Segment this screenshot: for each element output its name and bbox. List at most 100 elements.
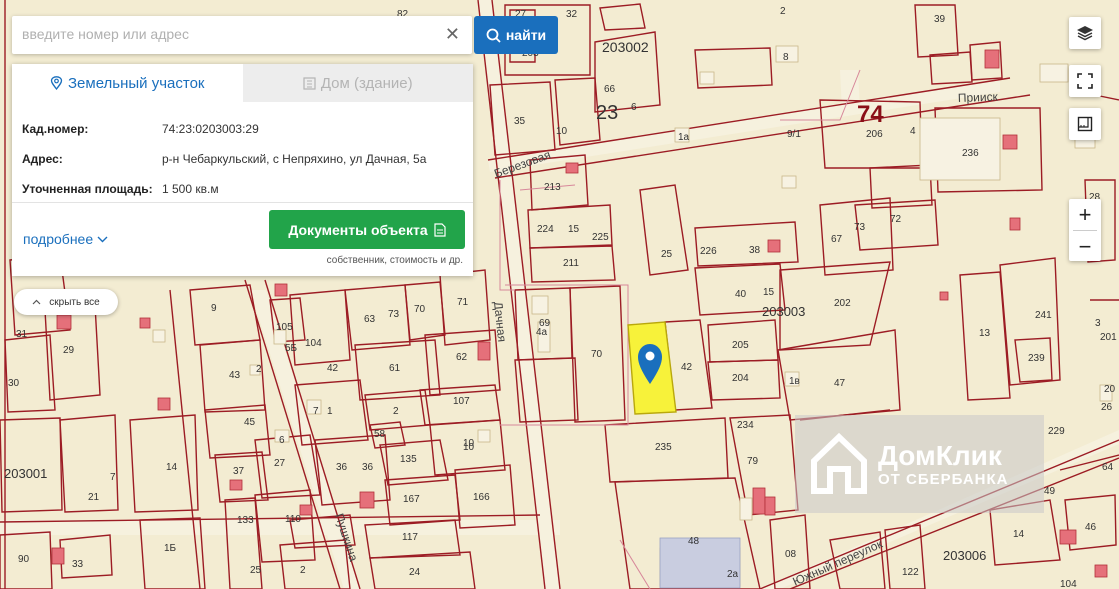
plot-number-label: 205	[732, 340, 749, 351]
more-details-link[interactable]: подробнее	[23, 231, 108, 247]
chevron-up-icon	[32, 299, 41, 305]
zoom-in-button[interactable]: +	[1069, 199, 1101, 230]
plot-number-label: 70	[591, 349, 603, 360]
layers-icon	[1077, 26, 1093, 41]
plot-number-label: 90	[18, 554, 30, 565]
region-label: 74	[857, 101, 884, 128]
plot-number-label: 15	[568, 224, 580, 235]
plot-number-label: 47	[834, 378, 846, 389]
chevron-down-icon	[97, 236, 108, 242]
plot-number-label: 10	[556, 126, 568, 137]
tab-building[interactable]: Дом (здание)	[242, 64, 473, 102]
tab-land-plot-label: Земельный участок	[67, 74, 205, 92]
plot-number-label: 20	[1104, 384, 1116, 395]
plot-number-label: 45	[244, 417, 256, 428]
plot-number-label: 6	[279, 435, 285, 446]
plot-number-label: 63	[364, 314, 376, 325]
layers-button[interactable]	[1069, 17, 1101, 49]
clear-icon[interactable]: ✕	[445, 25, 460, 43]
plot-number-label: 211	[563, 258, 579, 269]
plot-number-label: 36	[362, 462, 374, 473]
plot-number-label: 42	[327, 363, 339, 374]
plot-number-label: 62	[456, 352, 468, 363]
building-icon	[303, 76, 316, 90]
plot-number-label: 24	[409, 567, 421, 578]
plot-number-label: 8	[783, 52, 789, 63]
plot-number-label: 206	[866, 129, 883, 140]
hide-all-button[interactable]: скрыть все	[14, 289, 118, 315]
plot-number-label: 73	[388, 309, 400, 320]
plot-number-label: 48	[688, 536, 700, 547]
plot-number-label: 107	[453, 396, 470, 407]
area-row: Уточненная площадь: 1 500 кв.м	[22, 174, 473, 204]
hide-all-label: скрыть все	[49, 296, 100, 308]
plot-number-label: 49	[1044, 486, 1056, 497]
zoom-out-button[interactable]: −	[1069, 231, 1101, 262]
plot-number-label: 64	[1102, 462, 1114, 473]
plot-number-label: 133	[237, 515, 254, 526]
fullscreen-icon	[1077, 73, 1093, 89]
watermark-subtitle: ОТ СБЕРБАНКА	[878, 470, 1009, 488]
plot-number-label: 21	[88, 492, 100, 503]
plot-number-label: 35	[514, 116, 526, 127]
plot-number-label: 72	[890, 214, 902, 225]
ruler-button[interactable]	[1069, 108, 1101, 140]
plot-number-label: 37	[233, 466, 245, 477]
plot-number-label: 79	[747, 456, 759, 467]
object-info-panel: Земельный участок Дом (здание) Кад.номер…	[12, 64, 473, 276]
plot-number-label: 105	[276, 322, 293, 333]
plot-number-label: 46	[1085, 522, 1097, 533]
plot-number-label: 61	[389, 363, 401, 374]
plot-number-label: 58	[374, 429, 386, 440]
fullscreen-button[interactable]	[1069, 65, 1101, 97]
plot-number-label: 29	[63, 345, 75, 356]
plot-number-label: 66	[604, 84, 616, 95]
plot-number-label: 14	[1013, 529, 1025, 540]
plot-number-label: 08	[785, 549, 797, 560]
plot-number-label: 67	[831, 234, 843, 245]
cadastral-number-value: 74:23:0203003:29	[162, 122, 259, 136]
tab-land-plot[interactable]: Земельный участок	[12, 64, 243, 102]
cadastral-number-row: Кад.номер: 74:23:0203003:29	[22, 114, 473, 144]
search-button[interactable]: найти	[474, 16, 558, 54]
field-label: Адрес:	[22, 152, 63, 166]
plot-number-label: 6	[631, 102, 637, 113]
plot-number-label: 40	[735, 289, 747, 300]
quarter-label-203006: 203006	[943, 548, 986, 563]
quarter-label-203003: 203003	[762, 304, 805, 319]
plot-number-label: 135	[400, 454, 417, 465]
plot-number-label: 38	[749, 245, 761, 256]
plot-number-label: 71	[457, 297, 469, 308]
search-button-label: найти	[505, 27, 547, 43]
plot-number-label: 25	[661, 249, 673, 260]
plot-number-label: 2	[393, 406, 399, 417]
plot-number-label: 14	[166, 462, 178, 473]
documents-caption: собственник, стоимость и др.	[326, 255, 463, 266]
plot-number-label: 30	[8, 378, 20, 389]
plot-number-label: 36	[336, 462, 348, 473]
address-value: р-н Чебаркульский, с Непряхино, ул Дачна…	[162, 152, 427, 166]
object-documents-button[interactable]: Документы объекта	[269, 210, 465, 249]
plot-number-label: 201	[1100, 332, 1117, 343]
plot-number-label: 236	[962, 148, 979, 159]
plot-number-label: 9	[211, 303, 217, 314]
quarter-label-203002: 203002	[602, 39, 649, 55]
plot-number-label: 7	[313, 406, 319, 417]
plot-number-label: 226	[700, 246, 717, 257]
plot-number-label: 39	[934, 14, 946, 25]
plot-number-label: 235	[655, 442, 672, 453]
address-row: Адрес: р-н Чебаркульский, с Непряхино, у…	[22, 144, 473, 174]
plot-number-label: 239	[1028, 353, 1045, 364]
plot-number-label: 42	[681, 362, 693, 373]
plot-number-label: 43	[229, 370, 241, 381]
search-input[interactable]	[12, 16, 432, 52]
document-icon	[434, 222, 446, 237]
plot-number-label: 110	[285, 514, 301, 525]
plot-number-label: 122	[902, 567, 919, 578]
area-value: 1 500 кв.м	[162, 182, 219, 196]
plot-number-label: 166	[473, 492, 490, 503]
plot-number-label: 7	[110, 472, 116, 483]
plot-number-label: 33	[72, 559, 84, 570]
plot-number-label: 15	[763, 287, 775, 298]
field-label: Кад.номер:	[22, 122, 89, 136]
